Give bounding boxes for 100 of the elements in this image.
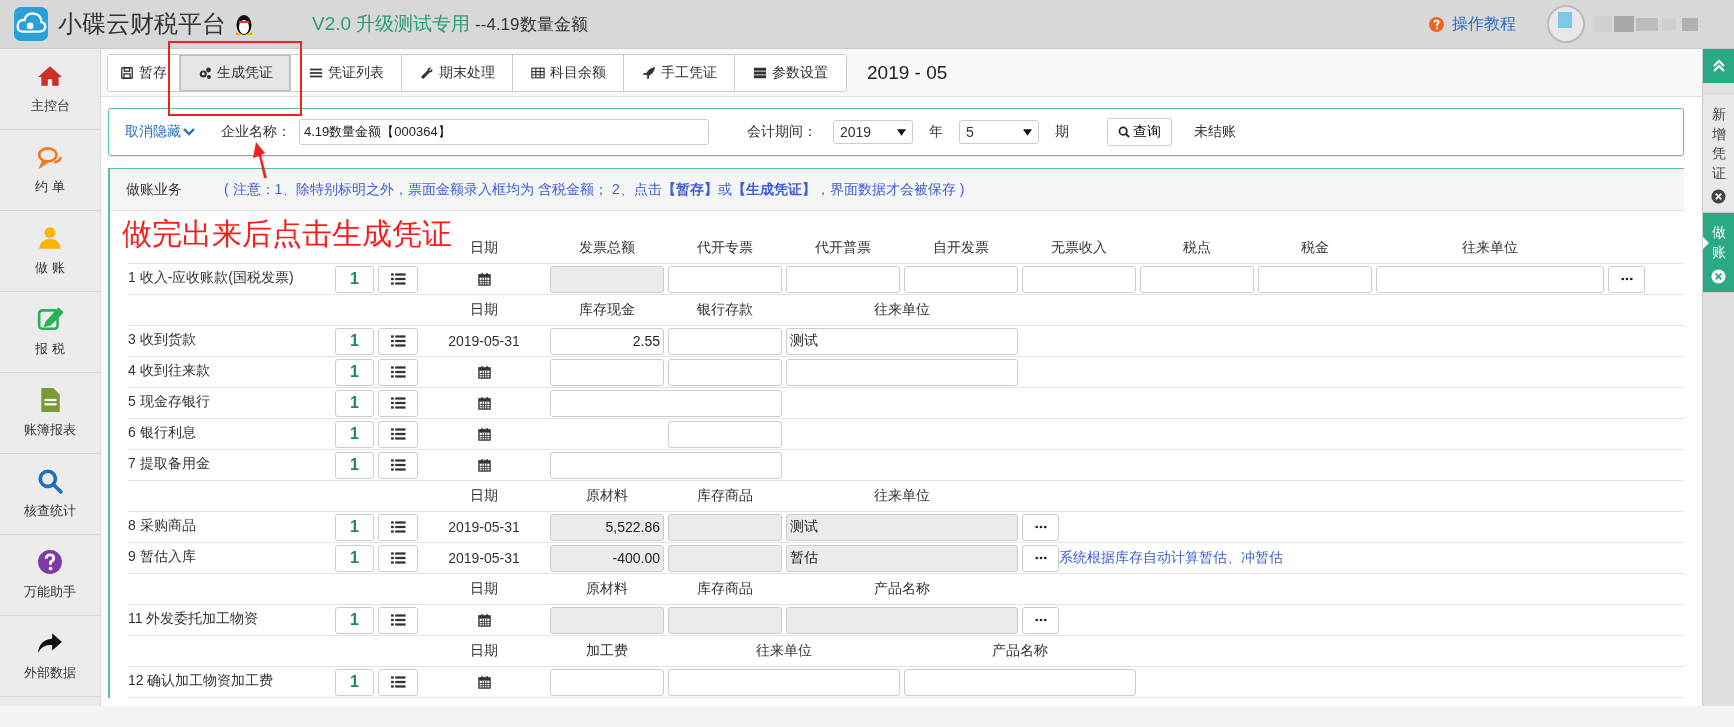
count-button[interactable]: 1 — [335, 265, 374, 293]
caret-icon — [897, 128, 906, 136]
amount-field[interactable] — [668, 606, 782, 634]
date-text[interactable]: 2019-05-31 — [448, 550, 520, 566]
entry-label: 4 收到往来款 — [128, 361, 211, 380]
tutorial-link[interactable]: 操作教程 — [1452, 13, 1516, 35]
sidebar-item[interactable]: 核查统计 — [0, 454, 100, 535]
list-button[interactable] — [378, 358, 418, 386]
month-select[interactable]: 5 — [959, 120, 1039, 144]
date-text[interactable]: 2019-05-31 — [448, 519, 520, 535]
more-button[interactable] — [1608, 265, 1645, 293]
amount-field[interactable]: 测试 — [786, 513, 1018, 541]
amount-field[interactable] — [668, 420, 782, 448]
sidebar-label: 万能助手 — [24, 583, 76, 601]
toolbar-tab[interactable]: 暂存 — [108, 54, 180, 91]
amount-field[interactable] — [550, 389, 782, 417]
amount-field[interactable]: 测试 — [786, 327, 1018, 355]
list-button[interactable] — [378, 668, 418, 696]
sidebar-item[interactable]: 主控台 — [0, 49, 100, 130]
amount-field[interactable] — [668, 513, 782, 541]
date-text[interactable]: 2019-05-31 — [448, 333, 520, 349]
amount-field[interactable] — [786, 265, 900, 293]
column-header: 日期 — [469, 301, 499, 319]
amount-field[interactable] — [1022, 265, 1136, 293]
amount-field[interactable] — [1258, 265, 1372, 293]
side-tab[interactable]: 新增凭证 — [1703, 95, 1734, 214]
amount-field[interactable]: 2.55 — [550, 327, 664, 355]
list-button[interactable] — [378, 265, 418, 293]
calendar-icon[interactable] — [477, 272, 491, 286]
section-title: 做账业务 — [126, 180, 182, 199]
amount-field[interactable] — [786, 606, 1018, 634]
amount-field[interactable] — [904, 265, 1018, 293]
list-button[interactable] — [378, 606, 418, 634]
server-icon — [753, 65, 767, 80]
list-button[interactable] — [378, 513, 418, 541]
collapse-button[interactable] — [1703, 49, 1734, 83]
app-name: 小碟云财税平台 — [58, 9, 226, 39]
count-button[interactable]: 1 — [335, 451, 374, 479]
close-icon[interactable] — [1711, 189, 1726, 205]
count-button[interactable]: 1 — [335, 544, 374, 572]
list-button[interactable] — [378, 327, 418, 355]
count-button[interactable]: 1 — [335, 420, 374, 448]
amount-field[interactable]: -400.00 — [550, 544, 664, 572]
sidebar-label: 报 税 — [35, 340, 65, 358]
amount-field[interactable] — [1140, 265, 1254, 293]
count-button[interactable]: 1 — [335, 668, 374, 696]
company-field[interactable]: 4.19数量金额【000364】 — [299, 119, 709, 145]
count-button[interactable]: 1 — [335, 389, 374, 417]
amount-field[interactable] — [668, 265, 782, 293]
sidebar-item[interactable]: 约 单 — [0, 130, 100, 211]
year-unit: 年 — [929, 123, 943, 141]
show-hidden-link[interactable]: 取消隐藏 — [125, 123, 195, 141]
amount-field[interactable] — [786, 358, 1018, 386]
entry-label: 1 收入-应收账款(国税发票) — [128, 268, 295, 287]
query-button[interactable]: 查询 — [1107, 118, 1172, 146]
toolbar-tab[interactable]: 生成凭证 — [180, 54, 291, 91]
more-button[interactable] — [1022, 606, 1059, 634]
amount-field[interactable] — [550, 668, 664, 696]
amount-field[interactable] — [550, 451, 782, 479]
list-button[interactable] — [378, 544, 418, 572]
table-icon — [530, 65, 545, 80]
amount-field[interactable] — [550, 265, 664, 293]
amount-field[interactable] — [904, 668, 1136, 696]
list-button[interactable] — [378, 389, 418, 417]
more-button[interactable] — [1022, 544, 1059, 572]
calendar-icon[interactable] — [477, 675, 491, 689]
count-button[interactable]: 1 — [335, 513, 374, 541]
sidebar-label: 做 账 — [35, 259, 65, 277]
amount-field[interactable]: 暂估 — [786, 544, 1018, 572]
amount-field[interactable] — [1376, 265, 1604, 293]
list-button[interactable] — [378, 451, 418, 479]
calendar-icon[interactable] — [477, 613, 491, 627]
more-button[interactable] — [1022, 513, 1059, 541]
count-button[interactable]: 1 — [335, 358, 374, 386]
column-header: 无票收入 — [1050, 239, 1108, 257]
sidebar-item[interactable]: 做 账 — [0, 211, 100, 292]
amount-field[interactable]: 5,522.86 — [550, 513, 664, 541]
amount-field[interactable] — [668, 668, 900, 696]
count-button[interactable]: 1 — [335, 327, 374, 355]
calendar-icon[interactable] — [477, 365, 491, 379]
calendar-icon[interactable] — [477, 458, 491, 472]
amount-field[interactable] — [668, 358, 782, 386]
help-icon — [1429, 16, 1444, 32]
list-button[interactable] — [378, 420, 418, 448]
sidebar-label: 账簿报表 — [24, 421, 76, 439]
count-button[interactable]: 1 — [335, 606, 374, 634]
sidebar-item[interactable]: 万能助手 — [0, 535, 100, 616]
calendar-icon[interactable] — [477, 396, 491, 410]
save-icon — [120, 65, 134, 80]
avatar-icon[interactable] — [1546, 4, 1586, 44]
column-header: 代开普票 — [814, 239, 872, 257]
calendar-icon[interactable] — [477, 427, 491, 441]
amount-field[interactable] — [668, 544, 782, 572]
amount-field[interactable] — [550, 358, 664, 386]
amount-field[interactable] — [550, 606, 664, 634]
sidebar-item[interactable]: 账簿报表 — [0, 373, 100, 454]
amount-field[interactable] — [668, 327, 782, 355]
sidebar-item[interactable]: 外部数据 — [0, 616, 100, 697]
sidebar-item[interactable]: 报 税 — [0, 292, 100, 373]
year-select[interactable]: 2019 — [833, 120, 913, 144]
